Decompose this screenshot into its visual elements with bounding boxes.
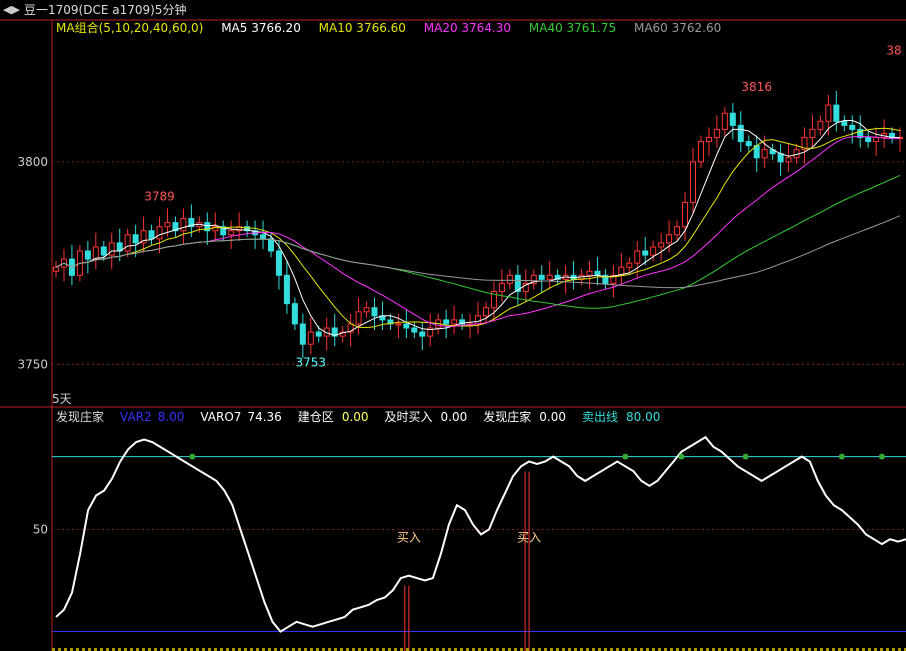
candle-body (713, 128, 720, 139)
price-grid (52, 161, 906, 365)
candle-body (745, 141, 752, 147)
candle-body (164, 222, 171, 228)
candle-body (132, 234, 139, 244)
candle-body (586, 270, 593, 276)
candle-body (777, 153, 784, 163)
price-tick-label: 3750 (17, 357, 48, 371)
candle-body (482, 307, 489, 317)
candle-body (841, 120, 848, 126)
candle-body (642, 250, 649, 256)
signal-dot (678, 453, 685, 460)
candle-body (260, 234, 267, 240)
price-tick-label: 3800 (17, 155, 48, 169)
candle-body (451, 319, 458, 325)
candle-body (475, 315, 482, 325)
price-annotation: 3753 (296, 355, 327, 369)
signal-dot (878, 453, 885, 460)
candle-body (825, 104, 832, 122)
candle-body (705, 137, 712, 143)
candle-body (108, 242, 115, 256)
candle-body (180, 218, 187, 232)
candle-body (506, 274, 513, 284)
candle-body (419, 331, 426, 337)
candle-body (658, 242, 665, 248)
candle-body (546, 274, 553, 280)
signal-dot (189, 453, 196, 460)
candle-body (737, 124, 744, 143)
price-annotations: 3789 3753 3816 38 (144, 44, 901, 370)
ma40-line (55, 174, 901, 309)
signal-dot (838, 453, 845, 460)
candle-body (92, 246, 99, 260)
candle-body (729, 112, 736, 126)
candle-body (594, 270, 601, 276)
varo7-line (55, 435, 906, 633)
candle-body (785, 157, 792, 163)
candle-body (403, 323, 410, 329)
candle-body (100, 246, 107, 256)
price-annotation: 3789 (144, 189, 175, 203)
ma20-line (55, 135, 901, 327)
candle-body (124, 234, 131, 252)
candle-body (682, 201, 689, 228)
buy-signal-label: 买入 (397, 531, 421, 545)
candle-body (849, 124, 856, 130)
candle-body (283, 274, 290, 305)
candle-body (299, 323, 306, 345)
candle-body (291, 303, 298, 325)
candle-body (307, 331, 314, 345)
candle-body (817, 120, 824, 130)
candle-body (690, 161, 697, 203)
candle-body (721, 112, 728, 130)
candle-body (443, 319, 450, 325)
candle-body (761, 149, 768, 159)
candle-body (626, 262, 633, 268)
candle-body (833, 104, 840, 122)
price-annotation: 3816 (741, 80, 772, 94)
indicator-layer: 买入 买入 (52, 435, 906, 651)
candle-body (865, 137, 872, 143)
chart-frame (0, 19, 906, 651)
candle-body (498, 282, 505, 293)
candle-body (411, 327, 418, 333)
candle-body (634, 250, 641, 264)
candle-body (355, 311, 362, 325)
candle-body (809, 128, 816, 139)
candle-body (538, 274, 545, 280)
candle-body (666, 234, 673, 244)
candle-body (228, 230, 235, 236)
ind-tick-label: 50 (33, 523, 48, 537)
candle-body (267, 238, 274, 252)
signal-dot (742, 453, 749, 460)
signal-dot (622, 453, 629, 460)
candle-body (371, 307, 378, 317)
candle-body (697, 141, 704, 163)
candle-body (873, 137, 880, 143)
candle-body (315, 331, 322, 337)
y-axis-ticks: 3800 3750 50 (17, 155, 48, 537)
buy-signal-label: 买入 (517, 531, 541, 545)
candle-body (156, 226, 163, 240)
candle-body (53, 266, 59, 272)
candle-body (363, 307, 370, 313)
candle-body (275, 250, 282, 276)
candle-body (84, 250, 91, 260)
price-annotation: 38 (886, 44, 901, 58)
candle-body (148, 230, 155, 240)
candle-body (395, 323, 402, 326)
candle-body (674, 226, 681, 236)
candle-body (650, 246, 657, 256)
candles-layer (53, 90, 904, 359)
kline-chart[interactable]: 3789 3753 3816 38 买入 买入 3800 3750 50 (0, 0, 906, 651)
